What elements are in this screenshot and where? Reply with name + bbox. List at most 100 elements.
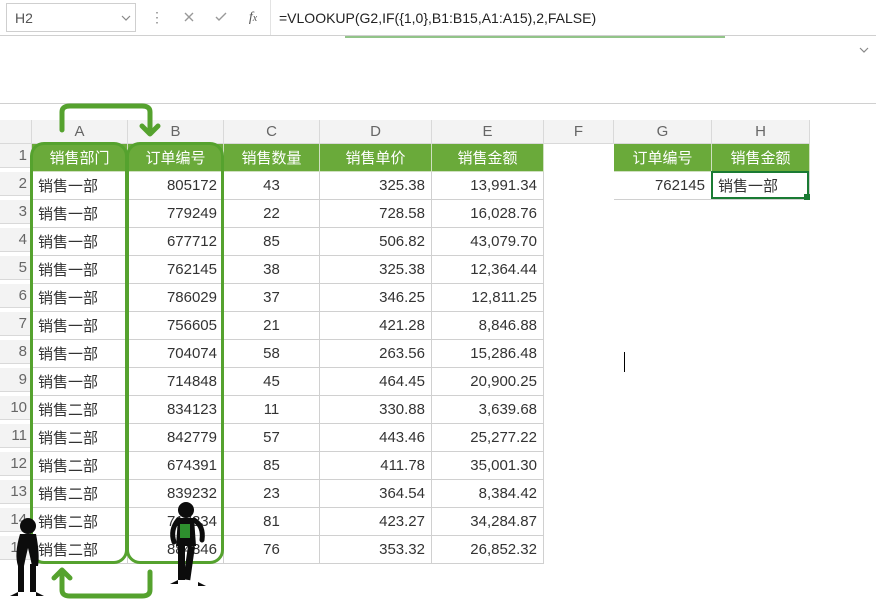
cell-E6[interactable]: 12,811.25 xyxy=(432,284,544,312)
worksheet-grid[interactable]: ABCDEFGH1销售部门订单编号销售数量销售单价销售金额订单编号销售金额2销售… xyxy=(0,120,810,564)
cell-G11[interactable] xyxy=(614,424,712,452)
cell-E2[interactable]: 13,991.34 xyxy=(432,172,544,200)
cell-A13[interactable]: 销售二部 xyxy=(32,480,128,508)
cancel-icon[interactable] xyxy=(180,10,198,26)
cell-B14[interactable]: 717834 xyxy=(128,508,224,536)
cell-F3[interactable] xyxy=(544,200,614,228)
cell-F15[interactable] xyxy=(544,536,614,564)
cell-A6[interactable]: 销售一部 xyxy=(32,284,128,312)
cell-E14[interactable]: 34,284.87 xyxy=(432,508,544,536)
cell-D14[interactable]: 423.27 xyxy=(320,508,432,536)
cell-B6[interactable]: 786029 xyxy=(128,284,224,312)
cell-F2[interactable] xyxy=(544,172,614,200)
cell-G1[interactable]: 订单编号 xyxy=(614,144,712,172)
row-header-13[interactable]: 13 xyxy=(0,480,32,504)
cell-E9[interactable]: 20,900.25 xyxy=(432,368,544,396)
col-header-A[interactable]: A xyxy=(32,120,128,144)
row-header-2[interactable]: 2 xyxy=(0,172,32,196)
row-header-6[interactable]: 6 xyxy=(0,284,32,308)
cell-C3[interactable]: 22 xyxy=(224,200,320,228)
cell-E3[interactable]: 16,028.76 xyxy=(432,200,544,228)
cell-A11[interactable]: 销售二部 xyxy=(32,424,128,452)
row-header-8[interactable]: 8 xyxy=(0,340,32,364)
row-header-5[interactable]: 5 xyxy=(0,256,32,280)
cell-G5[interactable] xyxy=(614,256,712,284)
cell-E13[interactable]: 8,384.42 xyxy=(432,480,544,508)
name-box-input[interactable] xyxy=(13,9,129,27)
cell-A15[interactable]: 销售二部 xyxy=(32,536,128,564)
cell-B5[interactable]: 762145 xyxy=(128,256,224,284)
cell-E5[interactable]: 12,364.44 xyxy=(432,256,544,284)
cell-H1[interactable]: 销售金额 xyxy=(712,144,810,172)
cell-G10[interactable] xyxy=(614,396,712,424)
confirm-icon[interactable] xyxy=(212,10,230,26)
cell-A8[interactable]: 销售一部 xyxy=(32,340,128,368)
row-header-7[interactable]: 7 xyxy=(0,312,32,336)
cell-C1[interactable]: 销售数量 xyxy=(224,144,320,172)
fx-icon[interactable]: fx xyxy=(244,10,262,26)
cell-D11[interactable]: 443.46 xyxy=(320,424,432,452)
cell-C9[interactable]: 45 xyxy=(224,368,320,396)
cell-G6[interactable] xyxy=(614,284,712,312)
cell-B8[interactable]: 704074 xyxy=(128,340,224,368)
cell-D4[interactable]: 506.82 xyxy=(320,228,432,256)
cell-A12[interactable]: 销售二部 xyxy=(32,452,128,480)
cell-H8[interactable] xyxy=(712,340,810,368)
cell-C10[interactable]: 11 xyxy=(224,396,320,424)
cell-B1[interactable]: 订单编号 xyxy=(128,144,224,172)
cell-G15[interactable] xyxy=(614,536,712,564)
cell-C6[interactable]: 37 xyxy=(224,284,320,312)
formula-input[interactable] xyxy=(271,0,876,35)
cell-C7[interactable]: 21 xyxy=(224,312,320,340)
cell-H5[interactable] xyxy=(712,256,810,284)
cell-B4[interactable]: 677712 xyxy=(128,228,224,256)
cell-G14[interactable] xyxy=(614,508,712,536)
cell-G8[interactable] xyxy=(614,340,712,368)
row-header-14[interactable]: 14 xyxy=(0,508,32,532)
cell-H4[interactable] xyxy=(712,228,810,256)
cell-B11[interactable]: 842779 xyxy=(128,424,224,452)
cell-H15[interactable] xyxy=(712,536,810,564)
cell-D8[interactable]: 263.56 xyxy=(320,340,432,368)
cell-E1[interactable]: 销售金额 xyxy=(432,144,544,172)
col-header-D[interactable]: D xyxy=(320,120,432,144)
cell-H9[interactable] xyxy=(712,368,810,396)
cell-E7[interactable]: 8,846.88 xyxy=(432,312,544,340)
cell-D5[interactable]: 325.38 xyxy=(320,256,432,284)
cell-E12[interactable]: 35,001.30 xyxy=(432,452,544,480)
cell-E15[interactable]: 26,852.32 xyxy=(432,536,544,564)
col-header-G[interactable]: G xyxy=(614,120,712,144)
cell-A2[interactable]: 销售一部 xyxy=(32,172,128,200)
name-box[interactable] xyxy=(6,3,136,32)
row-header-12[interactable]: 12 xyxy=(0,452,32,476)
cell-F7[interactable] xyxy=(544,312,614,340)
cell-D15[interactable]: 353.32 xyxy=(320,536,432,564)
cell-A1[interactable]: 销售部门 xyxy=(32,144,128,172)
cell-A4[interactable]: 销售一部 xyxy=(32,228,128,256)
cell-C11[interactable]: 57 xyxy=(224,424,320,452)
cell-C14[interactable]: 81 xyxy=(224,508,320,536)
cell-D9[interactable]: 464.45 xyxy=(320,368,432,396)
cell-E11[interactable]: 25,277.22 xyxy=(432,424,544,452)
col-header-E[interactable]: E xyxy=(432,120,544,144)
cell-E10[interactable]: 3,639.68 xyxy=(432,396,544,424)
cell-H13[interactable] xyxy=(712,480,810,508)
cell-C12[interactable]: 85 xyxy=(224,452,320,480)
cell-F4[interactable] xyxy=(544,228,614,256)
select-all-corner[interactable] xyxy=(0,120,32,144)
cell-D7[interactable]: 421.28 xyxy=(320,312,432,340)
cell-B9[interactable]: 714848 xyxy=(128,368,224,396)
row-header-10[interactable]: 10 xyxy=(0,396,32,420)
cell-A5[interactable]: 销售一部 xyxy=(32,256,128,284)
cell-F6[interactable] xyxy=(544,284,614,312)
cell-H11[interactable] xyxy=(712,424,810,452)
cell-C4[interactable]: 85 xyxy=(224,228,320,256)
cell-B2[interactable]: 805172 xyxy=(128,172,224,200)
col-header-C[interactable]: C xyxy=(224,120,320,144)
cell-B7[interactable]: 756605 xyxy=(128,312,224,340)
cell-H7[interactable] xyxy=(712,312,810,340)
cell-H12[interactable] xyxy=(712,452,810,480)
cell-F11[interactable] xyxy=(544,424,614,452)
cell-F13[interactable] xyxy=(544,480,614,508)
row-header-9[interactable]: 9 xyxy=(0,368,32,392)
